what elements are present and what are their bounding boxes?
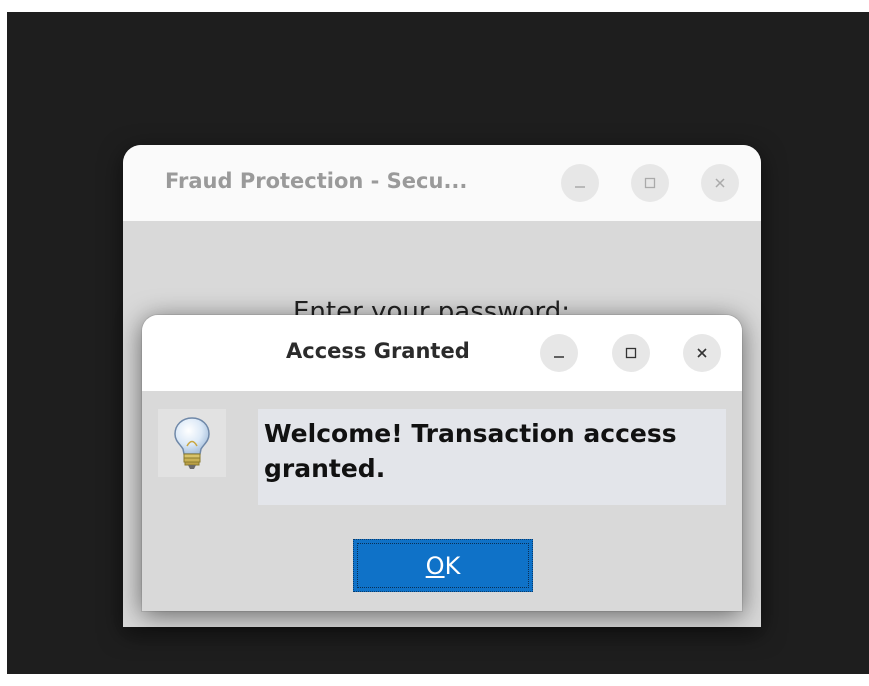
info-icon-container xyxy=(158,409,226,477)
lightbulb-info-icon xyxy=(174,417,210,469)
dialog-maximize-button[interactable] xyxy=(612,334,650,372)
close-icon xyxy=(697,348,707,358)
main-minimize-button[interactable] xyxy=(561,164,599,202)
minimize-icon xyxy=(575,186,585,188)
access-granted-dialog: Access Granted Welcome! Transaction acce… xyxy=(142,315,742,611)
ok-button[interactable]: OK xyxy=(353,539,533,592)
dialog-message-line-2: granted. xyxy=(264,453,386,483)
ok-label-rest: K xyxy=(444,551,461,580)
dialog-message-line-1: Welcome! Transaction access xyxy=(264,419,677,448)
maximize-icon xyxy=(644,177,656,189)
dialog-message: Welcome! Transaction access granted. xyxy=(258,409,726,505)
main-close-button[interactable] xyxy=(701,164,739,202)
main-window-title: Fraud Protection - Secu... xyxy=(165,169,468,193)
ok-button-focus-ring: OK xyxy=(354,540,532,591)
dialog-titlebar[interactable]: Access Granted xyxy=(142,315,742,391)
ok-button-label: OK xyxy=(426,552,461,580)
minimize-icon xyxy=(554,356,564,358)
main-maximize-button[interactable] xyxy=(631,164,669,202)
dialog-title: Access Granted xyxy=(286,339,470,363)
maximize-icon xyxy=(625,347,637,359)
ok-mnemonic: O xyxy=(425,551,445,580)
dialog-close-button[interactable] xyxy=(683,334,721,372)
dialog-minimize-button[interactable] xyxy=(540,334,578,372)
desktop-background: Fraud Protection - Secu... Enter your pa… xyxy=(7,12,869,674)
main-window-titlebar[interactable]: Fraud Protection - Secu... xyxy=(123,145,761,221)
close-icon xyxy=(715,178,725,188)
